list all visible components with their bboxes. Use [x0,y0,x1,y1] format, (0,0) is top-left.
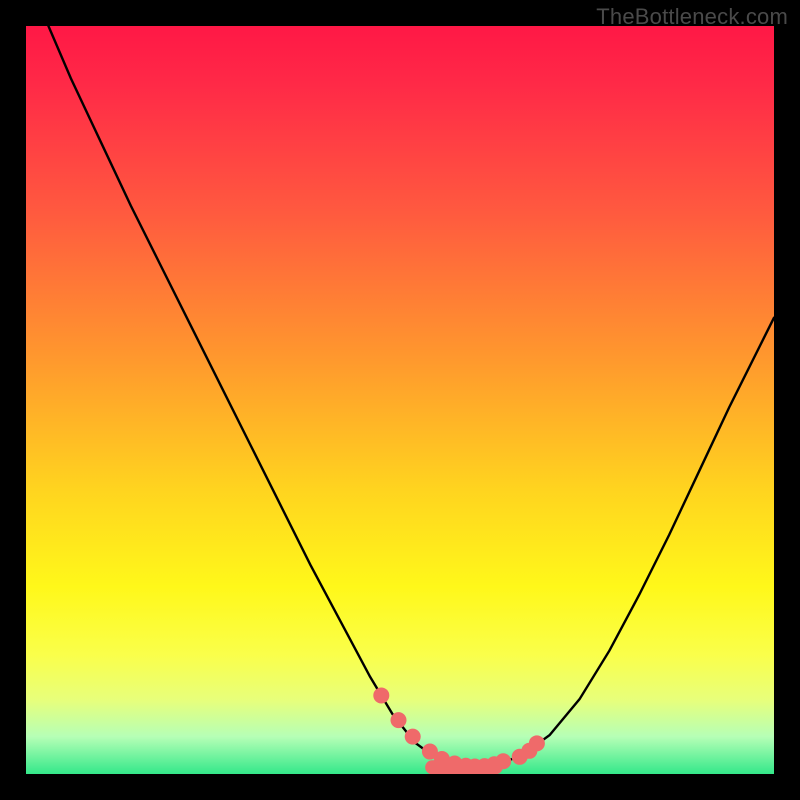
marker-dot [391,712,407,728]
chart-svg [26,26,774,774]
watermark-text: TheBottleneck.com [596,4,788,30]
chart-plot-area [26,26,774,774]
marker-dot [529,735,545,751]
bottleneck-curve [48,26,774,767]
marker-dot [373,687,389,703]
marker-dot [405,729,421,745]
chart-frame: TheBottleneck.com [0,0,800,800]
